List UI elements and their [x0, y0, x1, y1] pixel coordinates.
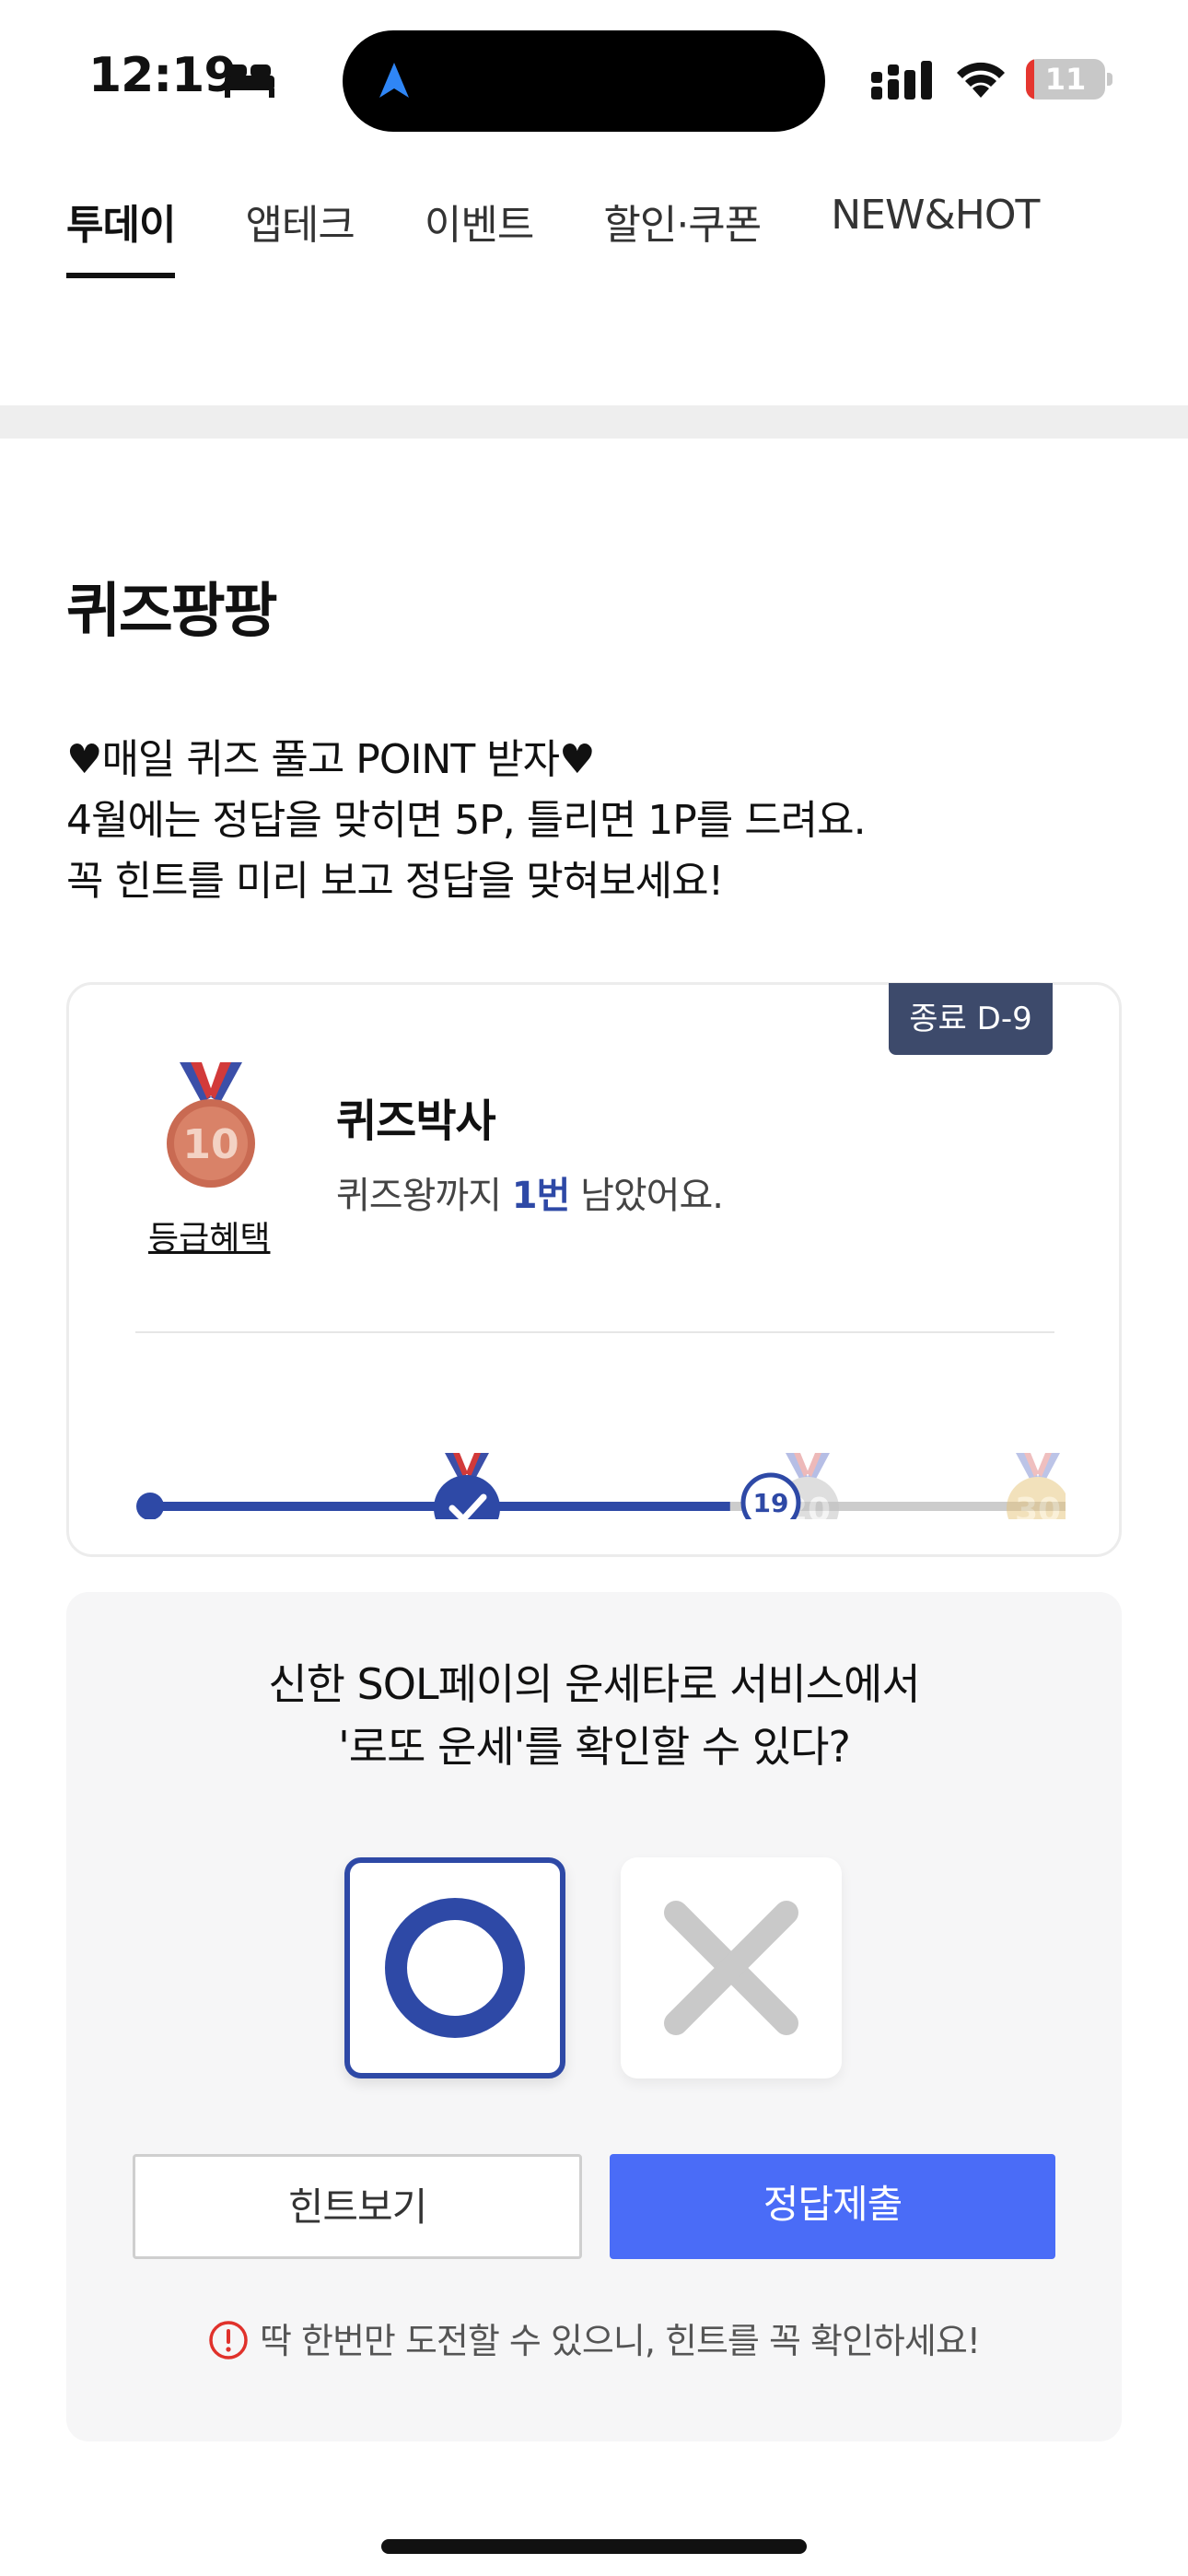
section-divider [0, 405, 1188, 439]
description-line: 4월에는 정답을 맞히면 5P, 틀리면 1P를 드려요. [66, 797, 867, 844]
milestone-achieved [434, 1453, 500, 1519]
dynamic-island [343, 30, 825, 132]
tab-today[interactable]: 투데이 [66, 192, 176, 280]
status-time: 12:19 [88, 48, 238, 103]
alert-circle-icon [209, 2321, 248, 2359]
signal-icon [871, 61, 932, 100]
answer-x-button[interactable] [621, 1857, 842, 2078]
grade-card: 종료 D-9 10 등급혜택 퀴즈박사 퀴즈왕까지 1번 남았어요. 20 19… [66, 982, 1122, 1557]
wifi-icon [957, 62, 1005, 98]
tab-new-hot[interactable]: NEW&HOT [831, 192, 1040, 280]
home-indicator [381, 2539, 807, 2554]
remaining-text: 퀴즈왕까지 1번 남았어요. [336, 1165, 724, 1219]
remaining-count: 1번 [511, 1175, 571, 1217]
question-line: '로또 운세'를 확인할 수 있다? [338, 1722, 851, 1772]
grade-progress: 20 19 30 [136, 1453, 1066, 1519]
bed-icon [225, 64, 274, 98]
current-progress-marker: 19 [740, 1472, 801, 1519]
category-tabs: 투데이 앱테크 이벤트 할인·쿠폰 NEW&HOT [66, 192, 1109, 284]
tab-discount-coupon[interactable]: 할인·쿠폰 [603, 192, 762, 280]
milestone-gold: 30 [1007, 1453, 1066, 1519]
bronze-medal-icon: 10 [167, 1062, 255, 1188]
battery-level: 11 [1044, 62, 1087, 97]
dday-badge: 종료 D-9 [889, 983, 1053, 1055]
notice-text: 딱 한번만 도전할 수 있으니, 힌트를 꼭 확인하세요! [259, 2321, 981, 2361]
grade-name: 퀴즈박사 [336, 1095, 496, 1147]
navigation-arrow-icon [379, 63, 409, 98]
card-divider [135, 1331, 1054, 1333]
answer-o-button[interactable] [344, 1857, 565, 2078]
milestone-label: 30 [1015, 1492, 1061, 1519]
current-count: 19 [753, 1488, 789, 1518]
notice: 딱 한번만 도전할 수 있으니, 힌트를 꼭 확인하세요! [66, 2313, 1122, 2363]
description-line: 꼭 힌트를 미리 보고 정답을 맞혀보세요! [66, 858, 724, 905]
remaining-suffix: 남았어요. [569, 1175, 724, 1217]
quiz-question: 신한 SOL페이의 운세타로 서비스에서 '로또 운세'를 확인할 수 있다? [66, 1653, 1122, 1778]
medal-number: 10 [182, 1121, 239, 1168]
question-line: 신한 SOL페이의 운세타로 서비스에서 [268, 1659, 920, 1709]
progress-start-dot [136, 1493, 164, 1519]
quiz-description: ♥매일 퀴즈 풀고 POINT 받자♥ 4월에는 정답을 맞히면 5P, 틀리면… [66, 730, 867, 912]
description-line: ♥매일 퀴즈 풀고 POINT 받자♥ [66, 736, 596, 783]
battery-icon: 11 [1026, 59, 1112, 100]
page-title: 퀴즈팡팡 [66, 578, 278, 646]
status-bar: 12:19 11 [0, 0, 1188, 157]
circle-o-icon [385, 1898, 525, 2038]
tab-event[interactable]: 이벤트 [425, 192, 534, 280]
tab-apptech[interactable]: 앱테크 [245, 192, 355, 280]
cross-x-icon [664, 1901, 798, 2035]
grade-benefit-link[interactable]: 등급혜택 [148, 1212, 270, 1259]
remaining-prefix: 퀴즈왕까지 [336, 1175, 512, 1217]
submit-answer-button[interactable]: 정답제출 [610, 2154, 1055, 2259]
quiz-box: 신한 SOL페이의 운세타로 서비스에서 '로또 운세'를 확인할 수 있다? … [66, 1592, 1122, 2441]
hint-button[interactable]: 힌트보기 [133, 2154, 582, 2259]
